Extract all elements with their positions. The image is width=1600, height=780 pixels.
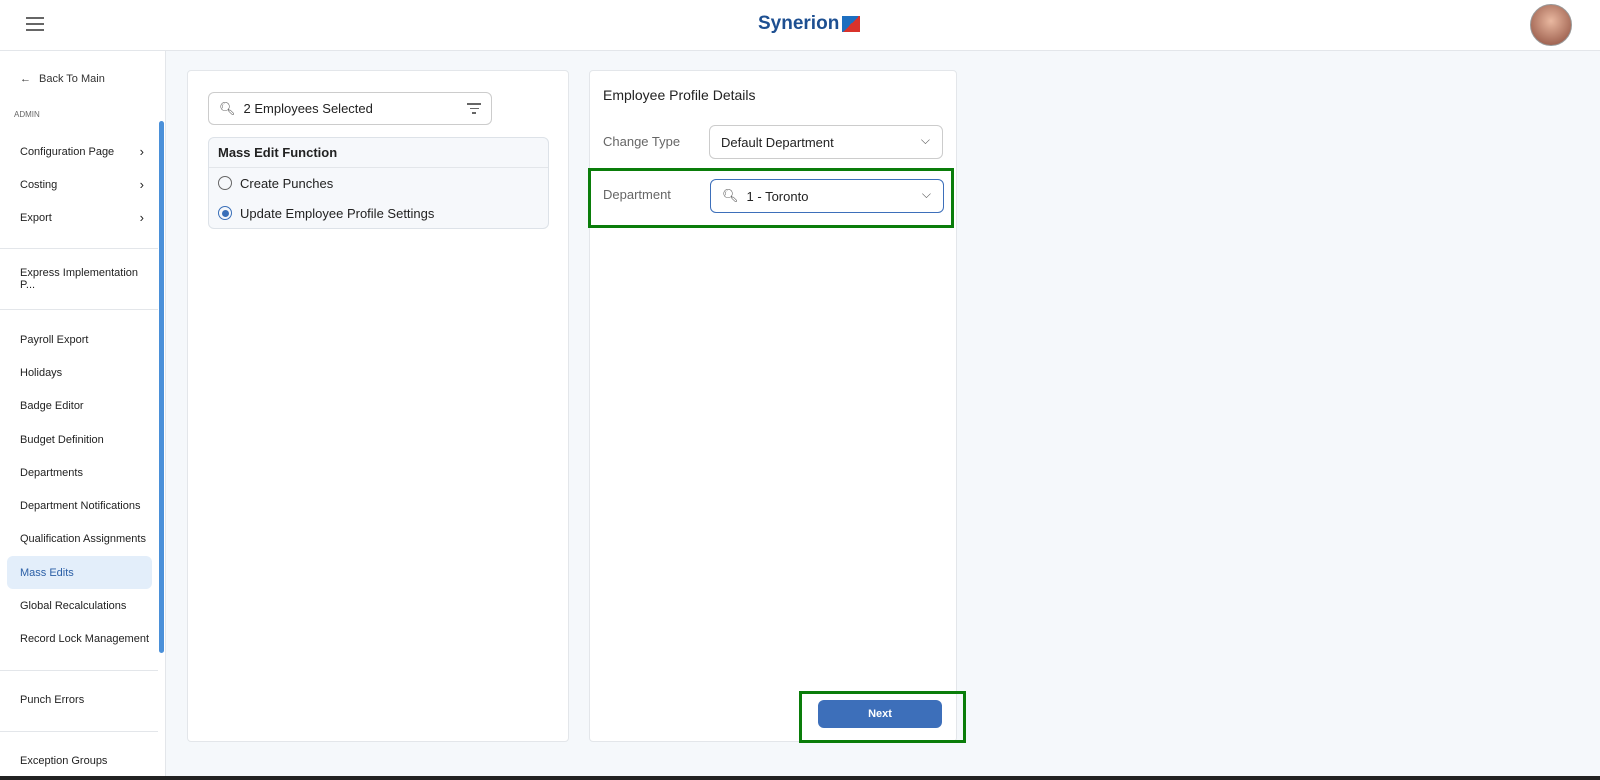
sidebar-item[interactable]: Export › [7, 201, 152, 234]
sidebar-item[interactable]: Budget Definition [7, 423, 152, 456]
sidebar-item-label: Exception Groups [20, 754, 108, 767]
sidebar-item-label: Mass Edits [20, 566, 74, 579]
mass-edit-function-list: Mass Edit Function Create Punches Update… [208, 137, 549, 229]
back-label: Back To Main [39, 73, 105, 85]
employee-search-input[interactable]: 🔍︎ 2 Employees Selected [208, 92, 492, 125]
radio-selected-icon[interactable] [218, 206, 232, 220]
top-bar: Synerion [0, 0, 1600, 51]
sidebar-item[interactable]: Holidays [7, 356, 152, 389]
divider [0, 309, 158, 310]
sidebar-item[interactable]: Exception Groups [7, 744, 152, 777]
sidebar-item[interactable]: Payroll Export [7, 323, 152, 356]
divider [0, 670, 158, 671]
sidebar-item-label: Costing [20, 178, 58, 191]
sidebar-item-label: Record Lock Management [20, 632, 150, 645]
sidebar-item[interactable]: Global Recalculations [7, 589, 152, 622]
sidebar-item[interactable]: Record Lock Management [7, 622, 152, 655]
sidebar-item[interactable]: Departments [7, 456, 152, 489]
sidebar-item-label: Department Notifications [20, 499, 141, 512]
section-label: ADMIN [14, 110, 40, 119]
sidebar-item-label: Payroll Export [20, 333, 89, 346]
sidebar-item-label: Configuration Page [20, 145, 115, 158]
search-icon: 🔍︎ [219, 100, 236, 116]
change-type-label: Change Type [603, 134, 681, 149]
sidebar-item-label: Holidays [20, 366, 63, 379]
option-update-employee-profile[interactable]: Update Employee Profile Settings [209, 198, 548, 228]
sidebar-scrollbar[interactable] [159, 121, 164, 653]
logo-mark-icon [842, 16, 861, 32]
option-create-punches[interactable]: Create Punches [209, 168, 548, 198]
radio-icon[interactable] [218, 176, 232, 190]
employee-selection-panel: 🔍︎ 2 Employees Selected Mass Edit Functi… [187, 70, 569, 742]
search-value: 2 Employees Selected [243, 101, 373, 116]
sidebar-item[interactable]: Department Notifications [7, 489, 152, 522]
back-to-main-link[interactable]: ← Back To Main [20, 73, 105, 85]
synerion-logo: Synerion [758, 13, 861, 35]
option-label: Create Punches [240, 175, 334, 191]
arrow-left-icon: ← [20, 73, 31, 85]
sidebar-item-label: Budget Definition [20, 433, 104, 446]
chevron-down-icon: ⌵ [920, 133, 930, 147]
divider [0, 731, 158, 732]
sidebar-item-label: Qualification Assignments [20, 532, 146, 545]
hamburger-menu-icon[interactable] [26, 17, 44, 31]
sidebar-item[interactable]: Configuration Page › [7, 135, 152, 168]
change-type-select[interactable]: Default Department ⌵ [709, 125, 943, 159]
sidebar-item[interactable]: Express Implementation P... [7, 262, 152, 295]
option-label: Update Employee Profile Settings [240, 205, 435, 221]
change-type-value: Default Department [721, 134, 834, 150]
sidebar-item-label: Punch Errors [20, 693, 85, 706]
sidebar-item[interactable]: Badge Editor [7, 389, 152, 422]
sidebar-item[interactable]: Mass Edits [7, 556, 152, 589]
sidebar-item[interactable]: Qualification Assignments [7, 522, 152, 555]
sidebar-item-label: Departments [20, 466, 83, 479]
chevron-right-icon: › [139, 210, 144, 225]
chevron-right-icon: › [139, 144, 144, 159]
sidebar-item-label: Badge Editor [20, 399, 84, 412]
sidebar: ← Back To Main ADMIN Configuration Page › C… [0, 51, 166, 780]
sidebar-item[interactable]: Punch Errors [7, 683, 152, 716]
filter-icon[interactable] [467, 103, 481, 117]
sidebar-item-label: Export [20, 211, 52, 224]
highlight-box-department [588, 168, 954, 228]
divider [0, 248, 158, 249]
sidebar-item-label: Global Recalculations [20, 599, 127, 612]
sidebar-item[interactable]: Costing › [7, 168, 152, 201]
avatar[interactable] [1530, 4, 1572, 46]
logo-text: Synerion [758, 13, 840, 34]
chevron-right-icon: › [139, 177, 144, 192]
sidebar-item-label: Express Implementation P... [20, 266, 138, 291]
next-button[interactable]: Next [818, 700, 942, 728]
mass-edit-title: Mass Edit Function [209, 138, 548, 168]
taskbar [0, 776, 1600, 780]
panel-title: Employee Profile Details [603, 87, 756, 103]
